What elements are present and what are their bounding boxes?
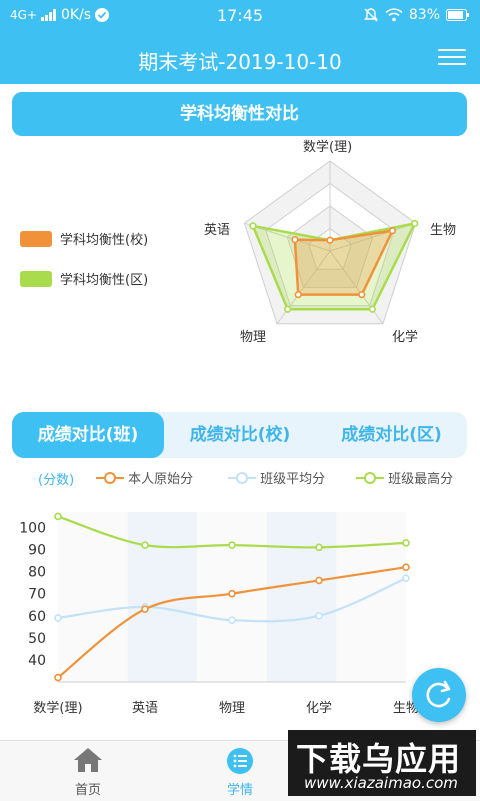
- x-tick-label: 数学(理): [33, 700, 82, 716]
- legend-label-school: 学科均衡性(校): [60, 233, 149, 248]
- legend-marker-avg: [228, 471, 256, 484]
- menu-icon[interactable]: [438, 44, 466, 68]
- x-tick-label: 物理: [219, 701, 245, 716]
- x-tick-label: 英语: [132, 701, 158, 716]
- radar-axis-label: 化学: [392, 330, 419, 345]
- page-title: 期末考试-2019-10-10: [138, 50, 342, 74]
- battery-percent: 83%: [408, 7, 440, 23]
- plot-band: [336, 512, 406, 682]
- radar-point: [388, 227, 397, 235]
- legend-text-avg: 班级平均分: [260, 472, 326, 487]
- legend-marker-own: [96, 471, 124, 484]
- legend-unit: (分数): [38, 473, 75, 488]
- y-tick-label: 90: [28, 543, 46, 559]
- legend-swatch-district: [20, 270, 52, 287]
- legend-item-own[interactable]: 本人原始分: [96, 468, 193, 487]
- series-point: [54, 512, 62, 521]
- series-point: [402, 539, 410, 547]
- series-point: [315, 576, 323, 585]
- x-tick-label: 化学: [306, 700, 332, 716]
- series-point: [228, 616, 236, 624]
- status-right: 83%: [363, 7, 470, 23]
- y-tick-label: 70: [28, 587, 46, 603]
- radar-legend-item-school: 学科均衡性(校): [20, 228, 148, 248]
- plot-band: [266, 512, 337, 682]
- tab-district[interactable]: 成绩对比(区): [316, 412, 467, 458]
- series-point: [141, 541, 149, 549]
- status-bar: 4G+ 0K/s 17:45 83%: [0, 0, 480, 32]
- y-tick-label: 100: [19, 520, 46, 536]
- y-tick-label: 60: [28, 609, 46, 625]
- y-tick-label: 50: [28, 631, 46, 647]
- score-tabs: 成绩对比(班) 成绩对比(校) 成绩对比(区): [12, 412, 467, 458]
- legend-item-avg[interactable]: 班级平均分: [228, 468, 325, 487]
- wifi-icon: [385, 8, 403, 22]
- series-point: [315, 543, 323, 552]
- watermark-subtext: www.xiazaimao.com: [304, 774, 458, 792]
- series-point: [54, 614, 62, 622]
- series-point: [402, 574, 410, 583]
- nav-home[interactable]: 首页: [48, 747, 128, 798]
- series-point: [315, 611, 323, 620]
- tab-school[interactable]: 成绩对比(校): [164, 412, 316, 458]
- legend-label-district: 学科均衡性(区): [60, 273, 149, 288]
- app-bar: 期末考试-2019-10-10: [0, 32, 480, 84]
- series-point: [402, 563, 410, 571]
- series-point: [228, 589, 236, 598]
- radar-axis-label: 物理: [240, 330, 267, 345]
- battery-icon: [446, 9, 469, 21]
- line-chart-svg: 405060708090100数学(理) 英语 物理 化学 生物: [19, 512, 419, 716]
- home-icon: [74, 748, 102, 772]
- radar-axis-label: 英语: [204, 223, 231, 238]
- legend-text-max: 班级最高分: [388, 472, 454, 487]
- refresh-button[interactable]: [412, 668, 466, 722]
- score-line-chart: 40 50 60 70 80 90 100 数学(理) 英语 物理 化学 生物: [0, 500, 480, 730]
- radar-point: [358, 291, 366, 299]
- series-point: [141, 605, 149, 613]
- nav-study[interactable]: 学情: [200, 747, 280, 798]
- legend-item-max[interactable]: 班级最高分: [356, 468, 453, 487]
- radar-point: [249, 222, 257, 230]
- radar-axis-label: 数学(理): [303, 140, 353, 155]
- legend-text-own: 本人原始分: [128, 472, 194, 487]
- legend-marker-max: [356, 471, 384, 484]
- tab-class[interactable]: 成绩对比(班): [12, 412, 164, 458]
- radar-point: [284, 305, 292, 313]
- radar-point: [326, 236, 334, 244]
- y-tick-label: 80: [28, 565, 46, 581]
- radar-point: [294, 291, 302, 299]
- radar-legend-item-district: 学科均衡性(区): [20, 268, 148, 288]
- plot-band: [127, 512, 198, 682]
- series-point: [228, 541, 236, 549]
- y-tick-label: 40: [28, 653, 46, 669]
- refresh-icon: [426, 680, 451, 708]
- radar-point: [291, 235, 299, 244]
- nav-home-label: 首页: [74, 783, 101, 798]
- radar-point: [411, 219, 419, 228]
- mute-icon: [363, 8, 378, 22]
- balance-section-title: 学科均衡性对比: [12, 92, 467, 136]
- series-point: [54, 673, 62, 682]
- nav-study-label: 学情: [226, 783, 253, 798]
- radar-point: [368, 305, 376, 313]
- radar-svg: [243, 160, 419, 325]
- radar-axis-label: 生物: [430, 223, 457, 238]
- watermark-logo: 下载乌应用 www.xiazaimao.com: [288, 730, 476, 796]
- list-icon: [227, 748, 253, 774]
- radar-chart: 数学(理) 生物 化学 物理 英语: [200, 136, 480, 356]
- line-legend: (分数) 本人原始分 班级平均分 班级最高分: [38, 468, 478, 488]
- legend-swatch-school: [20, 230, 52, 247]
